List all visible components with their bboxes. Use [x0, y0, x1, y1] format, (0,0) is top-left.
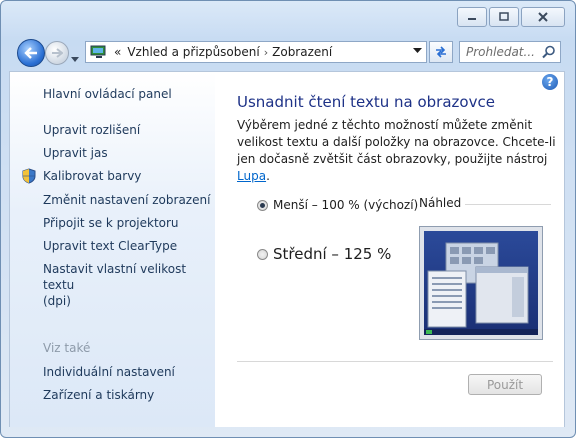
radio-medium[interactable] — [257, 248, 268, 260]
preview-image — [419, 226, 543, 340]
sidebar-link-display-settings[interactable]: Změnit nastavení zobrazení — [43, 192, 210, 208]
magnifier-link[interactable]: Lupa — [237, 169, 266, 183]
control-panel-window: « Vzhled a přizpůsobení › Zobrazení Proh… — [0, 0, 576, 438]
help-icon[interactable]: ? — [542, 74, 558, 90]
close-button[interactable] — [521, 7, 565, 27]
radio-selected-dot — [260, 202, 265, 208]
maximize-icon — [499, 12, 509, 21]
close-icon — [538, 12, 548, 22]
refresh-icon — [436, 46, 446, 58]
sidebar-link-custom-dpi-line2[interactable]: (dpi) — [43, 294, 71, 308]
breadcrumb-separator[interactable]: › — [264, 46, 268, 59]
navigation-bar: « Vzhled a přizpůsobení › Zobrazení Proh… — [1, 35, 575, 69]
content-area: Hlavní ovládací panel Upravit rozlišení … — [9, 71, 565, 427]
apply-button[interactable]: Použít — [468, 374, 542, 395]
recent-pages-button[interactable] — [71, 48, 79, 67]
sidebar-link-personalization[interactable]: Individuální nastavení — [43, 364, 175, 380]
sidebar-link-devices-printers[interactable]: Zařízení a tiskárny — [43, 387, 154, 403]
chevron-down-icon — [71, 57, 79, 62]
search-placeholder[interactable]: Prohledat... — [466, 45, 535, 59]
sidebar-link-home[interactable]: Hlavní ovládací panel — [43, 86, 172, 102]
sidebar-link-custom-dpi[interactable]: Nastavit vlastní velikost textu (dpi) — [43, 261, 215, 309]
breadcrumb-vzhled[interactable]: Vzhled a přizpůsobení — [127, 45, 259, 59]
address-root-chevron[interactable]: « — [114, 45, 121, 59]
refresh-button[interactable] — [429, 41, 453, 63]
see-also-header: Viz také — [43, 341, 91, 355]
search-icon[interactable] — [542, 45, 556, 59]
caption-buttons — [455, 7, 565, 27]
maximize-button[interactable] — [489, 7, 519, 27]
sidebar-link-resolution[interactable]: Upravit rozlišení — [43, 122, 140, 138]
bottom-divider — [237, 361, 553, 362]
sidebar-link-cleartype[interactable]: Upravit text ClearType — [43, 238, 177, 254]
page-description: Výběrem jedné z těchto možností můžete z… — [237, 117, 557, 185]
sidebar-link-projector[interactable]: Připojit se k projektoru — [43, 215, 179, 231]
monitor-icon — [90, 45, 106, 58]
back-button[interactable] — [17, 39, 45, 67]
description-text-1: Výběrem jedné z těchto možností můžete z… — [237, 118, 556, 166]
sidebar: Hlavní ovládací panel Upravit rozlišení … — [10, 72, 215, 427]
minimize-icon — [468, 18, 476, 20]
address-bar[interactable]: « Vzhled a přizpůsobení › Zobrazení — [85, 41, 427, 63]
breadcrumb-zobrazeni[interactable]: Zobrazení — [272, 45, 332, 59]
minimize-button[interactable] — [457, 7, 487, 27]
main-panel: ? Usnadnit čtení textu na obrazovce Výbě… — [215, 72, 564, 427]
forward-button[interactable] — [45, 41, 69, 65]
page-title: Usnadnit čtení textu na obrazovce — [237, 93, 495, 111]
preview-divider — [465, 204, 551, 205]
option-small-row[interactable]: Menší – 100 % (výchozí) — [257, 198, 418, 212]
option-small-label[interactable]: Menší – 100 % (výchozí) — [273, 198, 418, 212]
preview-window-icon — [424, 242, 538, 335]
option-medium-row[interactable]: Střední – 125 % — [257, 245, 391, 263]
sidebar-link-calibrate[interactable]: Kalibrovat barvy — [43, 168, 141, 184]
preview-label: Náhled — [419, 196, 462, 210]
description-text-2: . — [266, 169, 270, 183]
option-medium-label[interactable]: Střední – 125 % — [273, 245, 391, 263]
preview-screen — [424, 231, 538, 335]
arrow-left-icon — [24, 47, 37, 59]
sidebar-link-brightness[interactable]: Upravit jas — [43, 145, 108, 161]
address-dropdown-icon[interactable] — [413, 48, 422, 54]
arrow-right-icon — [52, 48, 63, 58]
sidebar-link-custom-dpi-line1[interactable]: Nastavit vlastní velikost textu — [43, 262, 186, 292]
uac-shield-icon — [22, 168, 36, 184]
search-box[interactable]: Prohledat... — [459, 41, 561, 63]
radio-small[interactable] — [257, 199, 268, 211]
